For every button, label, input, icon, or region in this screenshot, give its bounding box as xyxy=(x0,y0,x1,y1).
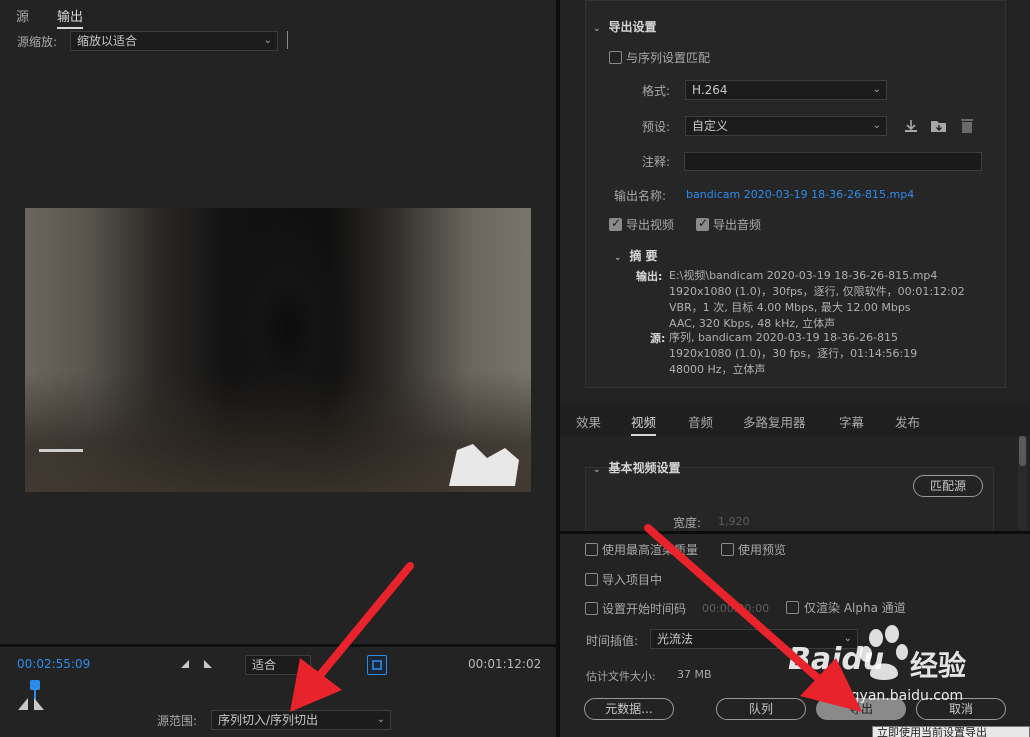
export-tooltip: 立即使用当前设置导出 xyxy=(872,726,1030,737)
summary-title[interactable]: ⌄ 摘要 xyxy=(614,247,662,264)
summary-output-text: E:\视频\bandicam 2020-03-19 18-36-26-815.m… xyxy=(669,269,965,330)
queue-button[interactable]: 队列 xyxy=(716,698,806,720)
chevron-down-icon: ⌄ xyxy=(593,465,601,475)
panel-divider-right xyxy=(560,531,1030,534)
summary-source-text: 序列, bandicam 2020-03-19 18-36-26-815 192… xyxy=(669,331,918,376)
summary-source-label: 源: xyxy=(650,332,666,345)
chevron-down-icon: ⌄ xyxy=(263,35,272,46)
source-scale-dropdown[interactable]: 缩放以适合 ⌄ xyxy=(70,31,278,51)
chevron-down-icon: ⌄ xyxy=(872,84,881,95)
toolbar-separator xyxy=(287,31,288,49)
format-label: 格式: xyxy=(642,84,671,98)
fit-dropdown[interactable]: 适合 ⌄ xyxy=(245,655,311,675)
tab-video[interactable]: 视频 xyxy=(631,412,657,436)
export-audio-checkbox[interactable] xyxy=(696,216,709,231)
settings-scrollbar[interactable] xyxy=(1018,436,1027,530)
metadata-button[interactable]: 元数据... xyxy=(584,698,674,720)
set-start-timecode-label: 设置开始时间码 xyxy=(602,602,687,616)
tab-output[interactable]: 输出 xyxy=(57,6,84,29)
format-dropdown[interactable]: H.264 ⌄ xyxy=(685,80,887,100)
watermark-brand: Baidu xyxy=(788,642,885,677)
save-preset-icon[interactable] xyxy=(903,118,919,134)
output-name-link[interactable]: bandicam 2020-03-19 18-36-26-815.mp4 xyxy=(686,188,914,201)
export-settings-title[interactable]: ⌄ 导出设置 xyxy=(593,18,657,35)
tab-source[interactable]: 源 xyxy=(16,6,29,25)
import-project-label: 导入项目中 xyxy=(602,573,663,587)
set-in-point-icon[interactable] xyxy=(180,659,190,669)
format-value: H.264 xyxy=(692,83,728,97)
time-interpolation-value: 光流法 xyxy=(657,632,694,646)
tab-effects[interactable]: 效果 xyxy=(576,412,601,431)
hud-bar xyxy=(39,449,83,452)
width-value[interactable]: 1,920 xyxy=(718,515,750,528)
preset-value: 自定义 xyxy=(692,119,729,133)
panel-divider-left xyxy=(0,644,556,647)
playhead-icon[interactable] xyxy=(16,678,48,712)
set-start-timecode-checkbox[interactable] xyxy=(585,602,598,615)
tab-publish[interactable]: 发布 xyxy=(895,412,920,431)
width-label: 宽度: xyxy=(673,516,702,530)
filesize-label: 估计文件大小: xyxy=(586,670,656,683)
match-sequence-checkbox[interactable] xyxy=(609,51,622,64)
source-scale-label: 源缩放: xyxy=(17,35,58,49)
import-project-checkbox[interactable] xyxy=(585,573,598,586)
export-video-label: 导出视频 xyxy=(626,218,675,232)
crop-icon xyxy=(372,660,382,670)
red-arrow-left xyxy=(290,562,414,712)
tab-audio[interactable]: 音频 xyxy=(688,412,713,431)
time-interpolation-label: 时间插值: xyxy=(586,634,639,648)
match-source-button[interactable]: 匹配源 xyxy=(913,475,983,497)
filesize-value: 37 MB xyxy=(677,668,712,681)
import-preset-icon[interactable] xyxy=(930,118,948,134)
source-range-value: 序列切入/序列切出 xyxy=(218,713,319,727)
output-name-label: 输出名称: xyxy=(614,189,667,203)
max-quality-label: 使用最高渲染质量 xyxy=(602,543,699,557)
export-video-checkbox[interactable] xyxy=(609,216,622,231)
chevron-down-icon: ⌄ xyxy=(376,714,385,725)
alpha-only-checkbox[interactable] xyxy=(786,601,799,614)
chevron-down-icon: ⌄ xyxy=(614,253,622,263)
alpha-only-label: 仅渲染 Alpha 通道 xyxy=(804,601,906,615)
source-scale-value: 缩放以适合 xyxy=(77,34,138,48)
use-preview-checkbox[interactable] xyxy=(721,543,734,556)
max-quality-checkbox[interactable] xyxy=(585,543,598,556)
start-timecode-value[interactable]: 00:00:00:00 xyxy=(702,602,769,615)
scrollbar-thumb[interactable] xyxy=(1019,436,1026,466)
summary-output-label: 输出: xyxy=(636,270,663,283)
fit-value: 适合 xyxy=(252,658,277,672)
watermark-url: jingyan.baidu.com xyxy=(834,688,964,704)
hand-shape xyxy=(449,444,519,486)
watermark-logo: Baidu 经验 jingyan.baidu.com xyxy=(788,624,996,710)
basic-video-title[interactable]: ⌄ 基本视频设置 xyxy=(593,459,681,476)
comment-input[interactable] xyxy=(684,152,982,171)
video-preview xyxy=(25,208,531,492)
delete-preset-icon[interactable] xyxy=(960,117,974,134)
tab-captions[interactable]: 字幕 xyxy=(839,412,864,431)
current-timecode[interactable]: 00:02:55:09 xyxy=(17,657,90,671)
preset-label: 预设: xyxy=(642,120,671,134)
comment-label: 注释: xyxy=(642,155,671,169)
chevron-down-icon: ⌄ xyxy=(593,24,601,34)
watermark-cn: 经验 xyxy=(910,649,967,682)
export-audio-label: 导出音频 xyxy=(713,218,762,232)
chevron-down-icon: ⌄ xyxy=(296,659,305,670)
tab-multiplexer[interactable]: 多路复用器 xyxy=(743,412,806,431)
source-range-label: 源范围: xyxy=(157,714,198,728)
duration-timecode: 00:01:12:02 xyxy=(468,657,542,671)
chevron-down-icon: ⌄ xyxy=(872,120,881,131)
preset-dropdown[interactable]: 自定义 ⌄ xyxy=(685,116,887,136)
set-out-point-icon[interactable] xyxy=(203,659,213,669)
panel-divider-vertical xyxy=(556,0,560,737)
crop-toggle-button[interactable] xyxy=(367,655,387,675)
match-sequence-label: 与序列设置匹配 xyxy=(626,51,711,65)
source-range-dropdown[interactable]: 序列切入/序列切出 ⌄ xyxy=(211,710,391,730)
use-preview-label: 使用预览 xyxy=(738,543,787,557)
